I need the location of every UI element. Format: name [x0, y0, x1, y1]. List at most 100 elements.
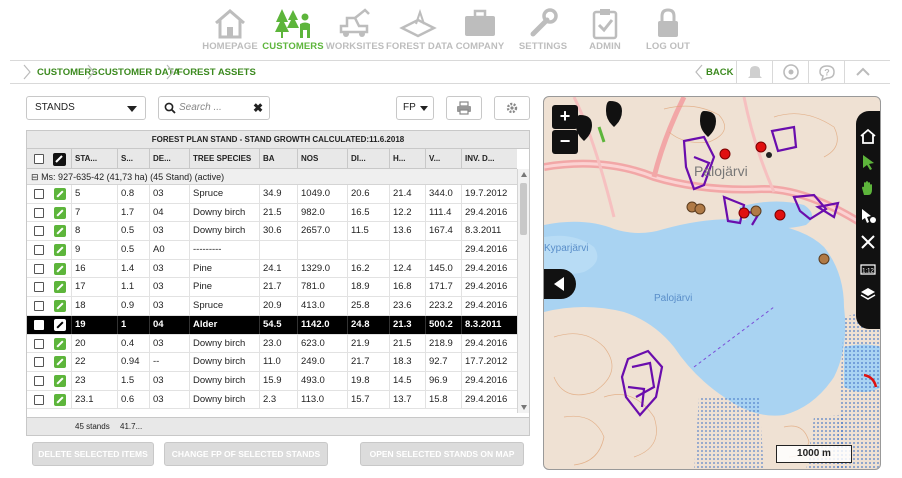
- scroll-down-icon[interactable]: [521, 405, 527, 410]
- map-canvas[interactable]: [544, 97, 881, 470]
- stands-select[interactable]: STANDS: [26, 96, 146, 120]
- col-inventory-date[interactable]: INV. D...: [461, 149, 517, 169]
- edit-stand-icon[interactable]: [54, 300, 66, 313]
- table-row[interactable]: 9 0.5 A0 --------- 29.4.2016: [27, 241, 517, 260]
- nav-logout[interactable]: LOG OUT: [636, 6, 700, 52]
- edit-stand-icon[interactable]: [54, 206, 66, 219]
- edit-stand-icon[interactable]: [54, 262, 66, 275]
- row-checkbox[interactable]: [34, 375, 44, 386]
- table-row[interactable]: 17 1.1 03 Pine 21.7 781.0 18.9 16.8 171.7 29.4.20…: [27, 278, 517, 298]
- map-home-button[interactable]: [859, 127, 880, 149]
- open-on-map-button[interactable]: OPEN SELECTED STANDS ON MAP: [360, 442, 524, 466]
- row-checkbox[interactable]: [34, 319, 44, 330]
- edit-stand-icon[interactable]: [54, 188, 66, 200]
- row-checkbox[interactable]: [34, 207, 44, 218]
- nav-label: WORKSITES: [325, 41, 385, 52]
- row-checkbox[interactable]: [34, 282, 44, 293]
- table-row[interactable]: 5 0.8 03 Spruce 34.9 1049.0 20.6 21.4 344.0 19.7.…: [27, 185, 517, 204]
- table-row[interactable]: 7 1.7 04 Downy birch 21.5 982.0 16.5 12.2 111.4 2…: [27, 203, 517, 223]
- pointer-plus-icon: [862, 209, 876, 223]
- map-scale-button[interactable]: 1:12: [859, 259, 880, 281]
- help-button[interactable]: ?: [808, 61, 844, 83]
- edit-stand-icon[interactable]: [54, 393, 66, 406]
- cell-ba: 15.9: [259, 371, 297, 390]
- notifications-button[interactable]: [736, 61, 772, 83]
- breadcrumb-forest-assets[interactable]: FOREST ASSETS: [177, 67, 256, 78]
- row-checkbox[interactable]: [34, 338, 44, 349]
- map-pan-button[interactable]: [859, 179, 880, 201]
- col-size[interactable]: S...: [117, 149, 149, 169]
- row-checkbox[interactable]: [34, 189, 44, 199]
- table-row[interactable]: 16 1.4 03 Pine 24.1 1329.0 16.2 12.4 145.0 29.4.2…: [27, 259, 517, 279]
- table-row[interactable]: 8 0.5 03 Downy birch 30.6 2657.0 11.5 13.6 167.4…: [27, 222, 517, 242]
- cell-inventory-date: 19.7.2012: [461, 185, 517, 203]
- row-checkbox[interactable]: [34, 301, 44, 312]
- edit-stand-icon[interactable]: [54, 356, 66, 369]
- col-ba[interactable]: BA: [259, 149, 297, 169]
- row-checkbox[interactable]: [34, 357, 44, 368]
- table-row[interactable]: 19 1 04 Alder 54.5 1142.0 24.8 21.3 500.2 8.3.201…: [27, 315, 517, 335]
- edit-stand-icon[interactable]: [54, 225, 66, 238]
- edit-stand-icon[interactable]: [54, 281, 66, 294]
- nav-customers[interactable]: CUSTOMERS: [261, 6, 325, 52]
- edit-stand-icon[interactable]: [54, 318, 66, 331]
- map-add-select-button[interactable]: [859, 207, 880, 229]
- delete-selected-button[interactable]: DELETE SELECTED ITEMS: [32, 442, 154, 466]
- col-tree-species[interactable]: TREE SPECIES: [189, 149, 259, 169]
- col-nos[interactable]: NOS: [297, 149, 347, 169]
- table-row[interactable]: 18 0.9 03 Spruce 20.9 413.0 25.8 23.6 223.2 29.4.…: [27, 297, 517, 316]
- edit-stand-icon[interactable]: [54, 244, 66, 257]
- col-stand[interactable]: STA...: [71, 149, 117, 169]
- table-scrollbar[interactable]: [517, 169, 529, 413]
- nav-settings[interactable]: SETTINGS: [511, 6, 575, 52]
- nav-forest-data[interactable]: FOREST DATA: [386, 6, 453, 52]
- row-checkbox[interactable]: [34, 226, 44, 237]
- select-all-checkbox[interactable]: [34, 154, 44, 164]
- col-volume[interactable]: V...: [425, 149, 461, 169]
- row-checkbox[interactable]: [34, 245, 44, 256]
- fp-select[interactable]: FP: [396, 96, 434, 120]
- search-input[interactable]: Search ... ✖: [158, 96, 270, 120]
- grid-settings-button[interactable]: [494, 96, 530, 120]
- col-height[interactable]: H...: [389, 149, 425, 169]
- table-row[interactable]: 22 0.94 -- Downy birch 11.0 249.0 21.7 18.3 92.7…: [27, 353, 517, 372]
- clear-search-icon[interactable]: ✖: [253, 101, 263, 115]
- row-checkbox[interactable]: [34, 394, 44, 405]
- edit-stand-icon[interactable]: [54, 337, 66, 350]
- back-button[interactable]: BACK: [706, 67, 733, 78]
- edit-stand-icon[interactable]: [54, 374, 66, 387]
- table-row[interactable]: 20 0.4 03 Downy birch 23.0 623.0 21.9 21.5 218.9…: [27, 334, 517, 354]
- cell-diameter: 25.8: [347, 297, 389, 316]
- row-checkbox[interactable]: [34, 263, 44, 274]
- collapse-header-button[interactable]: [844, 61, 880, 83]
- nav-worksites[interactable]: WORKSITES: [323, 6, 387, 52]
- map-view[interactable]: Palojärvi Kyparjärvi Palojärvi + − 1:12 …: [543, 96, 881, 470]
- cell-nos: 1049.0: [297, 185, 347, 203]
- group-row[interactable]: ⊟ Ms: 927-635-42 (41,73 ha) (45 Stand) (…: [27, 169, 517, 185]
- scroll-thumb[interactable]: [520, 183, 527, 235]
- nav-company[interactable]: COMPANY: [448, 6, 512, 52]
- cell-tree-species: Downy birch: [189, 371, 259, 390]
- collapse-panel-button[interactable]: [544, 269, 576, 299]
- zoom-out-button[interactable]: −: [552, 130, 578, 154]
- nav-homepage[interactable]: HOMEPAGE: [198, 6, 262, 52]
- map-measure-button[interactable]: [859, 233, 880, 255]
- cell-height: 14.5: [389, 371, 425, 390]
- map-select-button[interactable]: [859, 153, 880, 175]
- cell-tree-species: Downy birch: [189, 222, 259, 241]
- map-layers-button[interactable]: [859, 285, 880, 307]
- scroll-up-icon[interactable]: [521, 172, 527, 177]
- col-diameter[interactable]: DI...: [347, 149, 389, 169]
- table-row[interactable]: 23 1.5 03 Downy birch 15.9 493.0 19.8 14.5 96.9 2…: [27, 371, 517, 391]
- col-development[interactable]: DE...: [149, 149, 189, 169]
- cell-volume: 344.0: [425, 185, 461, 203]
- cell-stand: 17: [71, 278, 117, 297]
- zoom-in-button[interactable]: +: [552, 105, 578, 129]
- change-fp-button[interactable]: CHANGE FP OF SELECTED STANDS: [164, 442, 328, 466]
- cell-diameter: 18.9: [347, 278, 389, 297]
- table-row[interactable]: 23.1 0.6 03 Downy birch 2.3 113.0 15.7 13.7 15.8…: [27, 390, 517, 410]
- support-button[interactable]: [772, 61, 808, 83]
- print-button[interactable]: [446, 96, 482, 120]
- nav-admin[interactable]: ADMIN: [573, 6, 637, 52]
- collapse-group-icon[interactable]: ⊟: [31, 172, 39, 182]
